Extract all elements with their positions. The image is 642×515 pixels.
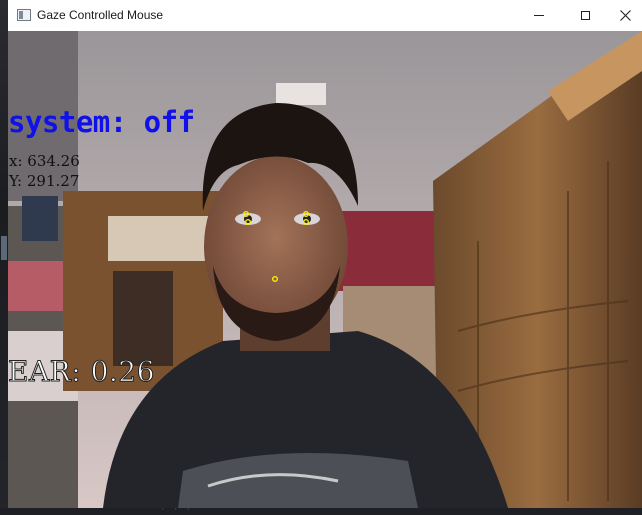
- background-taskbar-strip: · · ·: [0, 505, 642, 515]
- x-coordinate-readout: x: 634.26: [9, 152, 80, 170]
- y-coordinate-readout: Y: 291.27: [9, 172, 80, 190]
- background-window-strip: [0, 0, 8, 515]
- app-window-icon: [17, 9, 31, 21]
- window-title: Gaze Controlled Mouse: [37, 8, 164, 22]
- close-button[interactable]: [608, 0, 642, 31]
- minimize-button[interactable]: [516, 0, 562, 31]
- webcam-image: [8, 31, 642, 508]
- maximize-icon: [580, 11, 590, 20]
- close-icon: [619, 10, 631, 21]
- webcam-feed: system: off x: 634.26 Y: 291.27 EAR: 0.2…: [8, 31, 642, 508]
- ear-readout: EAR: 0.26: [8, 355, 155, 389]
- app-window: Gaze Controlled Mouse system: off x: 634…: [8, 0, 642, 508]
- minimize-icon: [534, 15, 544, 16]
- title-bar[interactable]: Gaze Controlled Mouse: [8, 0, 642, 31]
- system-status-label: system: off: [8, 105, 195, 139]
- maximize-button[interactable]: [562, 0, 608, 31]
